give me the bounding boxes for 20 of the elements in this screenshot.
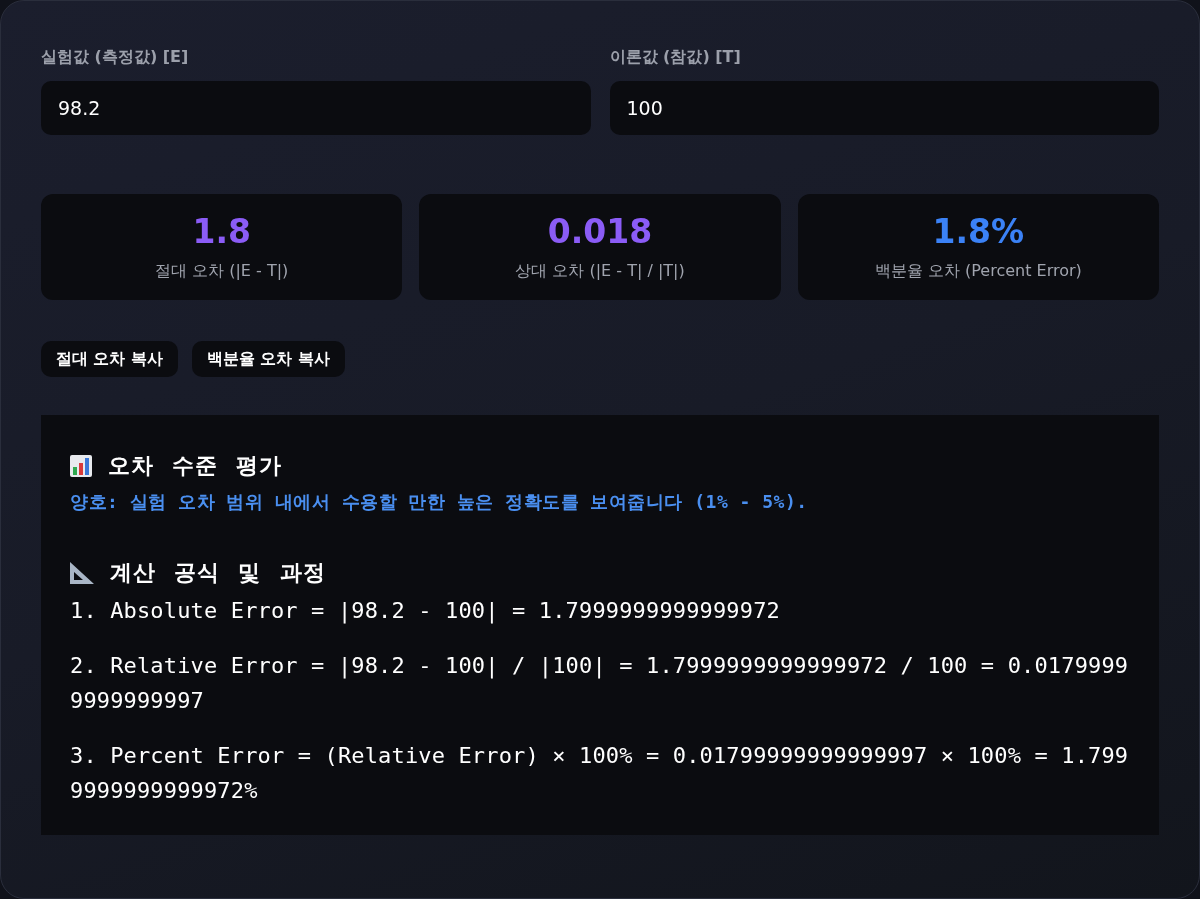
input-field[interactable]: 98.2 bbox=[41, 81, 591, 135]
triangle-ruler-icon bbox=[70, 562, 94, 584]
formula-step: 3. Percent Error = (Relative Error) × 100% = 0.01799999999999997 × 100% = 1.7999999999999972% bbox=[70, 738, 1130, 808]
assessment-message: 양호: 실험 오차 범위 내에서 수용할 만한 높은 정확도를 보여줍니다 (1% - 5%). bbox=[70, 490, 809, 514]
copy-button[interactable]: 백분율 오차 복사 bbox=[191, 341, 345, 377]
field-label: 이론값 (참값) [T] bbox=[609, 46, 742, 68]
copy-button[interactable]: 절대 오차 복사 bbox=[41, 341, 178, 377]
result-label: 백분율 오차 (Percent Error) bbox=[874, 260, 1082, 282]
result-label: 절대 오차 (|E - T|) bbox=[155, 260, 289, 282]
result-value: 1.8% bbox=[932, 212, 1025, 252]
result-value: 1.8 bbox=[192, 212, 251, 252]
bar-chart-icon bbox=[70, 455, 92, 477]
section-heading: 계산 공식 및 과정 bbox=[110, 560, 326, 586]
field-label: 실험값 (측정값) [E] bbox=[41, 46, 190, 68]
section-heading: 오차 수준 평가 bbox=[108, 453, 283, 479]
input-field[interactable]: 100 bbox=[609, 81, 1159, 135]
result-value: 0.018 bbox=[547, 212, 653, 252]
result-label: 상대 오차 (|E - T| / |T|) bbox=[515, 260, 685, 282]
formula-step: 1. Absolute Error = |98.2 - 100| = 1.7999999999999972 bbox=[70, 593, 1130, 628]
formula-step: 2. Relative Error = |98.2 - 100| / |100| = 1.7999999999999972 / 100 = 0.01799999999999997 bbox=[70, 648, 1130, 718]
